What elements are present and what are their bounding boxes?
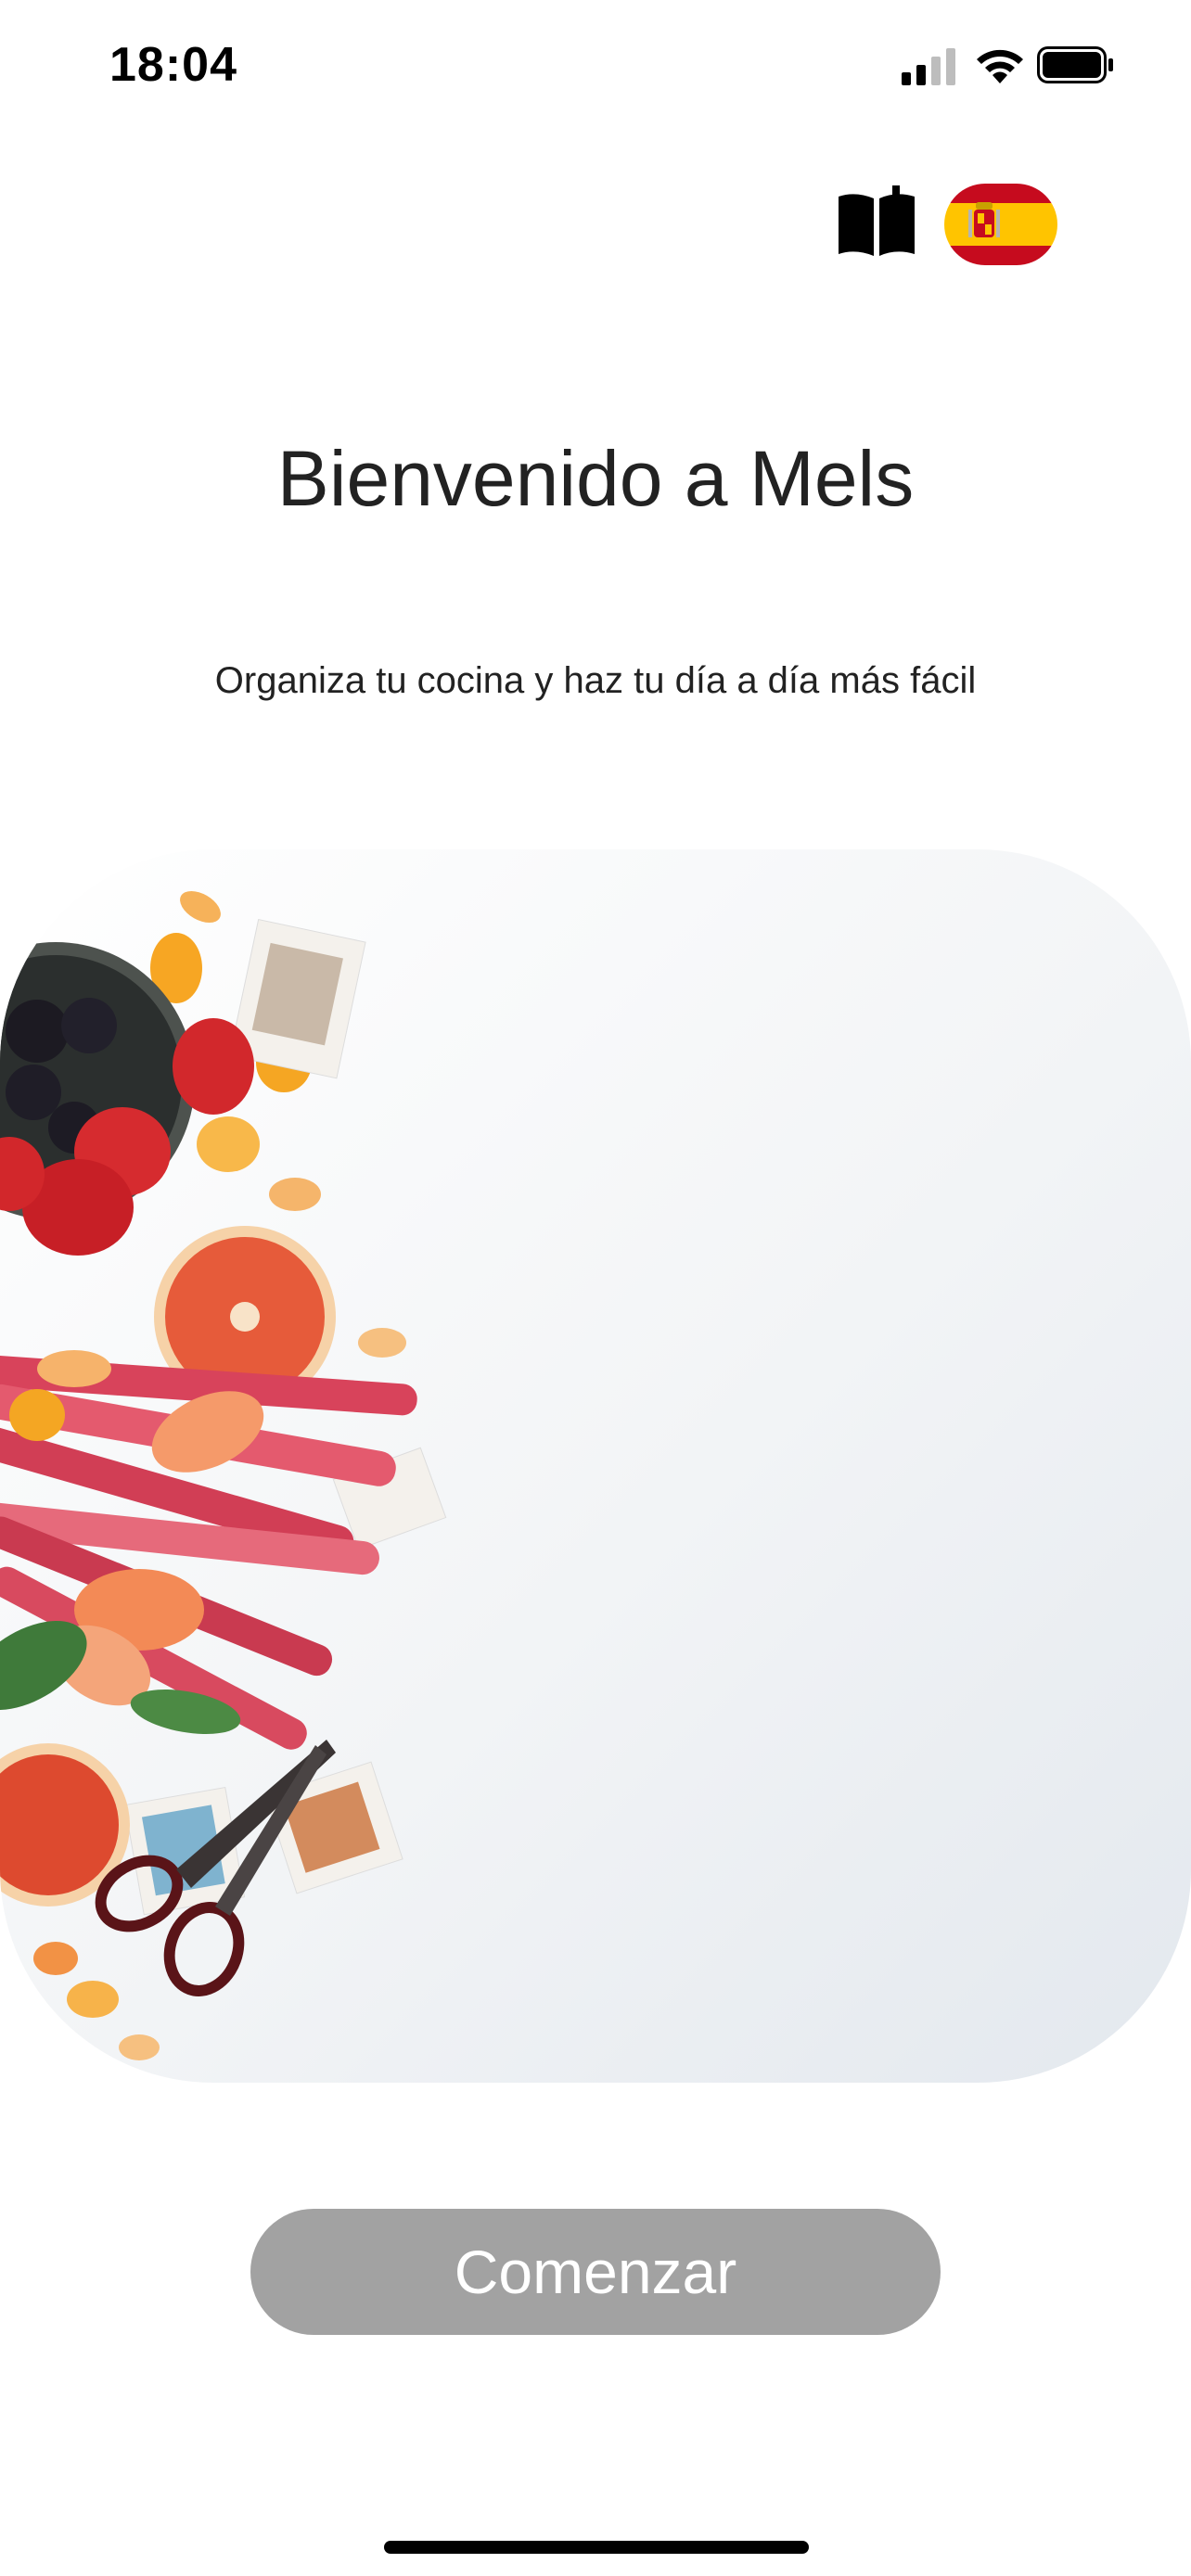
page-subtitle: Organiza tu cocina y haz tu día a día má… [214,660,977,701]
food-flatlay-illustration [0,890,447,2060]
status-time: 18:04 [109,38,237,92]
start-button[interactable]: Comenzar [250,2209,941,2335]
cellular-signal-icon [902,48,955,85]
hero-image [0,849,1191,2083]
guide-button[interactable] [835,185,918,260]
status-bar: 18:04 [0,0,1191,130]
battery-icon [1037,46,1113,83]
language-selector-button[interactable] [944,184,1057,265]
open-book-icon [839,185,915,258]
spain-flag-icon [968,202,1000,237]
home-indicator[interactable] [384,2541,809,2554]
wifi-icon [977,49,1023,83]
welcome-screen: 18:04 Bienvenido a Mels Organiza tu coci… [0,0,1191,2576]
page-title: Bienvenido a Mels [276,435,915,522]
